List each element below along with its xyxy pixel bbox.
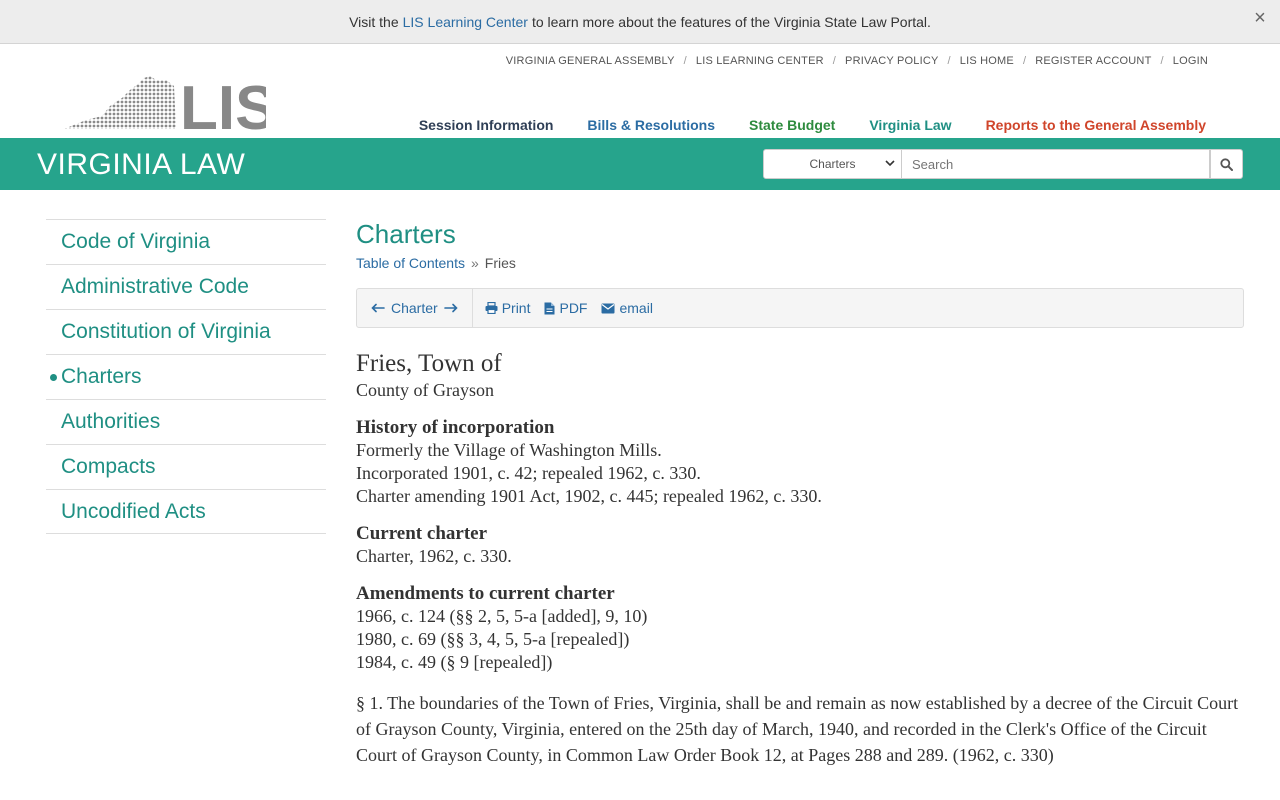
email-label: email (619, 300, 653, 316)
search-form: Charters (763, 149, 1243, 179)
search-button[interactable] (1210, 149, 1243, 179)
chevron-down-icon (885, 158, 895, 171)
nav-reports-general-assembly[interactable]: Reports to the General Assembly (986, 117, 1206, 133)
document-toolbar: Charter Print PDF email (356, 288, 1244, 328)
breadcrumb-current: Fries (484, 255, 516, 271)
document-county: County of Grayson (356, 380, 494, 400)
main-content: Charters Table of Contents » Fries Chart… (356, 219, 1244, 765)
active-indicator-icon (50, 374, 57, 381)
banner-link-learning-center[interactable]: LIS Learning Center (403, 14, 528, 30)
search-scope-select[interactable]: Charters (763, 149, 902, 179)
util-nav-privacy-policy[interactable]: PRIVACY POLICY (845, 55, 938, 67)
amendment-line: 1966, c. 124 (§§ 2, 5, 5-a [added], 9, 1… (356, 606, 648, 626)
amendments-section: Amendments to current charter 1966, c. 1… (356, 582, 1244, 674)
charter-document: Fries, Town of County of Grayson History… (356, 349, 1244, 768)
amendment-line: 1984, c. 49 (§ 9 [repealed]) (356, 652, 553, 672)
util-nav-separator: / (1160, 55, 1164, 67)
main-nav: Session Information Bills & Resolutions … (419, 117, 1206, 133)
page-title: Charters (356, 219, 456, 249)
sidebar-item-label: Charters (61, 365, 142, 388)
search-icon (1220, 157, 1233, 171)
arrow-right-icon[interactable] (443, 303, 458, 313)
current-charter-heading: Current charter (356, 523, 488, 544)
util-nav-login[interactable]: LOGIN (1173, 55, 1208, 67)
util-nav-separator: / (1022, 55, 1027, 67)
util-nav-general-assembly[interactable]: VIRGINIA GENERAL ASSEMBLY (506, 55, 675, 67)
history-section: History of incorporation Formerly the Vi… (356, 416, 1244, 508)
section-title[interactable]: VIRGINIA LAW (37, 148, 245, 182)
print-icon (485, 302, 498, 314)
history-heading: History of incorporation (356, 417, 555, 438)
banner-text-before: Visit the (349, 13, 399, 30)
sidebar-item-charters[interactable]: Charters (46, 354, 326, 399)
section-header-bar: VIRGINIA LAW Charters (0, 138, 1280, 190)
info-banner: Visit the LIS Learning Center to learn m… (0, 0, 1280, 44)
file-pdf-icon (544, 302, 555, 314)
sidebar-item-label: Uncodified Acts (61, 499, 206, 523)
nav-state-budget[interactable]: State Budget (749, 117, 835, 133)
nav-bills-resolutions[interactable]: Bills & Resolutions (587, 117, 715, 133)
pdf-button[interactable]: PDF (544, 300, 587, 316)
search-scope-value: Charters (809, 157, 856, 171)
util-nav-register-account[interactable]: REGISTER ACCOUNT (1035, 55, 1151, 67)
pdf-label: PDF (559, 300, 588, 316)
sidebar-item-label: Constitution of Virginia (61, 320, 271, 343)
util-nav-separator: / (832, 55, 837, 67)
util-nav-lis-home[interactable]: LIS HOME (960, 55, 1014, 67)
history-line: Charter amending 1901 Act, 1902, c. 445;… (356, 486, 822, 506)
sidebar-item-compacts[interactable]: Compacts (46, 444, 326, 489)
amendments-heading: Amendments to current charter (356, 583, 615, 604)
banner-close-icon[interactable]: × (1250, 8, 1270, 28)
virginia-state-dots-icon: LIS (64, 74, 276, 143)
sidebar-item-label: Compacts (61, 455, 156, 478)
document-heading: Fries, Town of (356, 350, 502, 377)
util-nav-separator: / (947, 55, 951, 67)
print-button[interactable]: Print (485, 300, 531, 316)
history-line: Incorporated 1901, c. 42; repealed 1962,… (356, 463, 701, 483)
utility-nav: VIRGINIA GENERAL ASSEMBLY / LIS LEARNING… (506, 55, 1208, 67)
envelope-icon (601, 303, 615, 313)
section-1-text: § 1. The boundaries of the Town of Fries… (356, 693, 1239, 765)
search-input[interactable] (902, 149, 1210, 179)
sidebar-item-constitution[interactable]: Constitution of Virginia (46, 309, 326, 354)
charter-nav-label: Charter (391, 300, 438, 316)
sidebar-item-authorities[interactable]: Authorities (46, 399, 326, 444)
sidebar-item-code-of-virginia[interactable]: Code of Virginia (46, 219, 326, 264)
sidebar-item-uncodified-acts[interactable]: Uncodified Acts (46, 489, 326, 534)
util-nav-learning-center[interactable]: LIS LEARNING CENTER (696, 55, 824, 67)
sidebar-item-label: Code of Virginia (61, 230, 211, 253)
print-label: Print (501, 300, 531, 316)
util-nav-separator: / (683, 55, 687, 67)
current-charter-line: Charter, 1962, c. 330. (356, 546, 512, 566)
nav-virginia-law[interactable]: Virginia Law (869, 117, 951, 133)
current-charter-section: Current charter Charter, 1962, c. 330. (356, 522, 1244, 568)
arrow-left-icon[interactable] (371, 303, 385, 313)
sidebar-item-label: Authorities (61, 410, 161, 433)
logo-text: LIS (180, 76, 266, 132)
banner-text-after: to learn more about the features of the … (531, 13, 931, 30)
email-button[interactable]: email (601, 300, 653, 316)
lis-logo[interactable]: LIS (64, 74, 276, 143)
breadcrumb: Table of Contents » Fries (356, 255, 1244, 271)
charter-navigation: Charter (357, 289, 473, 327)
sidebar-item-administrative-code[interactable]: Administrative Code (46, 264, 326, 309)
breadcrumb-table-of-contents[interactable]: Table of Contents (356, 255, 465, 271)
breadcrumb-separator: » (470, 255, 479, 271)
nav-session-information[interactable]: Session Information (419, 117, 554, 133)
sidebar-nav: Code of Virginia Administrative Code Con… (46, 219, 326, 534)
sidebar-item-label: Administrative Code (61, 275, 249, 298)
document-actions: Print PDF email (473, 300, 653, 316)
history-line: Formerly the Village of Washington Mills… (356, 440, 662, 460)
amendment-line: 1980, c. 69 (§§ 3, 4, 5, 5-a [repealed]) (356, 629, 630, 649)
